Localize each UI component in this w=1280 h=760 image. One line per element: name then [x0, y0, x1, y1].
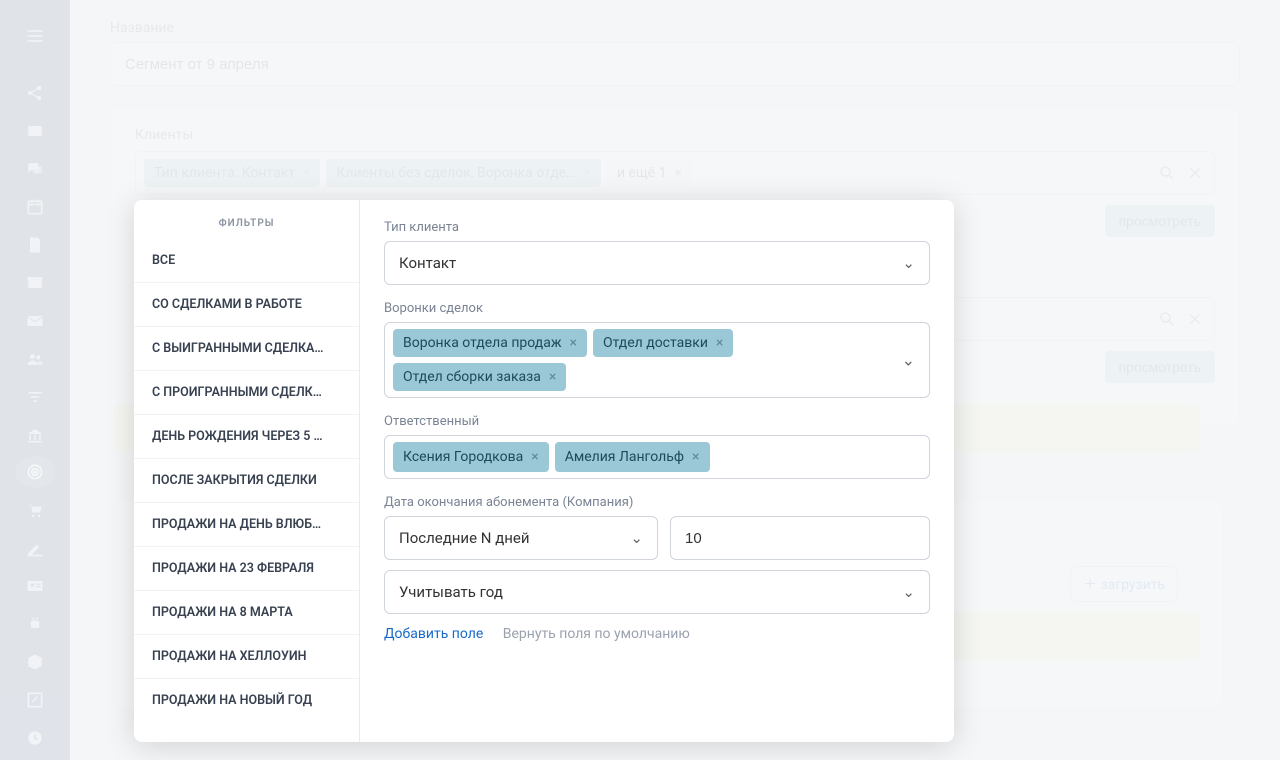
filter-dropdown-panel: ФИЛЬТРЫ ВСЕ СО СДЕЛКАМИ В РАБОТЕ С ВЫИГР…	[134, 200, 954, 742]
preset-item[interactable]: ДЕНЬ РОЖДЕНИЯ ЧЕРЕЗ 5 …	[134, 415, 359, 459]
preset-item[interactable]: ПОСЛЕ ЗАКРЫТИЯ СДЕЛКИ	[134, 459, 359, 503]
funnels-select[interactable]: Воронка отдела продаж× Отдел доставки× О…	[384, 322, 930, 398]
preset-item[interactable]: ВСЕ	[134, 239, 359, 283]
subscription-end-label: Дата окончания абонемента (Компания)	[384, 495, 930, 510]
period-n-input[interactable]	[670, 516, 930, 560]
add-field-link[interactable]: Добавить поле	[384, 626, 483, 642]
preset-item[interactable]: СО СДЕЛКАМИ В РАБОТЕ	[134, 283, 359, 327]
year-mode-select[interactable]: Учитывать год ⌄	[384, 570, 930, 614]
filter-form-column: Тип клиента Контакт ⌄ Воронки сделок Вор…	[360, 200, 954, 742]
filters-title: ФИЛЬТРЫ	[134, 214, 359, 239]
funnels-label: Воронки сделок	[384, 301, 930, 316]
chevron-down-icon: ⌄	[902, 254, 915, 272]
preset-item[interactable]: ПРОДАЖИ НА ХЕЛЛОУИН	[134, 635, 359, 679]
remove-tag-icon[interactable]: ×	[531, 450, 538, 464]
responsible-select[interactable]: Ксения Городкова× Амелия Лангольф×	[384, 435, 930, 479]
panel-links: Добавить поле Вернуть поля по умолчанию	[384, 626, 930, 642]
chevron-down-icon: ⌄	[630, 529, 643, 547]
preset-item[interactable]: ПРОДАЖИ НА 23 ФЕВРАЛЯ	[134, 547, 359, 591]
reset-fields-link[interactable]: Вернуть поля по умолчанию	[503, 626, 690, 642]
preset-item[interactable]: ПРОДАЖИ НА 8 МАРТА	[134, 591, 359, 635]
preset-item[interactable]: ПРОДАЖИ НА НОВЫЙ ГОД	[134, 679, 359, 722]
chevron-down-icon: ⌄	[902, 583, 915, 601]
remove-tag-icon[interactable]: ×	[692, 450, 699, 464]
client-type-label: Тип клиента	[384, 220, 930, 235]
funnel-tag[interactable]: Воронка отдела продаж×	[393, 329, 587, 357]
period-select[interactable]: Последние N дней ⌄	[384, 516, 658, 560]
preset-item[interactable]: С ПРОИГРАННЫМИ СДЕЛК…	[134, 371, 359, 415]
responsible-label: Ответственный	[384, 414, 930, 429]
responsible-tag[interactable]: Ксения Городкова×	[393, 442, 549, 472]
remove-tag-icon[interactable]: ×	[716, 336, 723, 350]
preset-item[interactable]: ПРОДАЖИ НА ДЕНЬ ВЛЮБ…	[134, 503, 359, 547]
funnel-tag[interactable]: Отдел сборки заказа×	[393, 363, 566, 391]
chevron-down-icon: ⌄	[902, 351, 915, 370]
funnel-tag[interactable]: Отдел доставки×	[593, 329, 733, 357]
preset-item[interactable]: С ВЫИГРАННЫМИ СДЕЛКА…	[134, 327, 359, 371]
client-type-select[interactable]: Контакт ⌄	[384, 241, 930, 285]
remove-tag-icon[interactable]: ×	[570, 336, 577, 350]
remove-tag-icon[interactable]: ×	[549, 370, 556, 384]
responsible-tag[interactable]: Амелия Лангольф×	[555, 442, 710, 472]
filters-presets-column: ФИЛЬТРЫ ВСЕ СО СДЕЛКАМИ В РАБОТЕ С ВЫИГР…	[134, 200, 360, 742]
